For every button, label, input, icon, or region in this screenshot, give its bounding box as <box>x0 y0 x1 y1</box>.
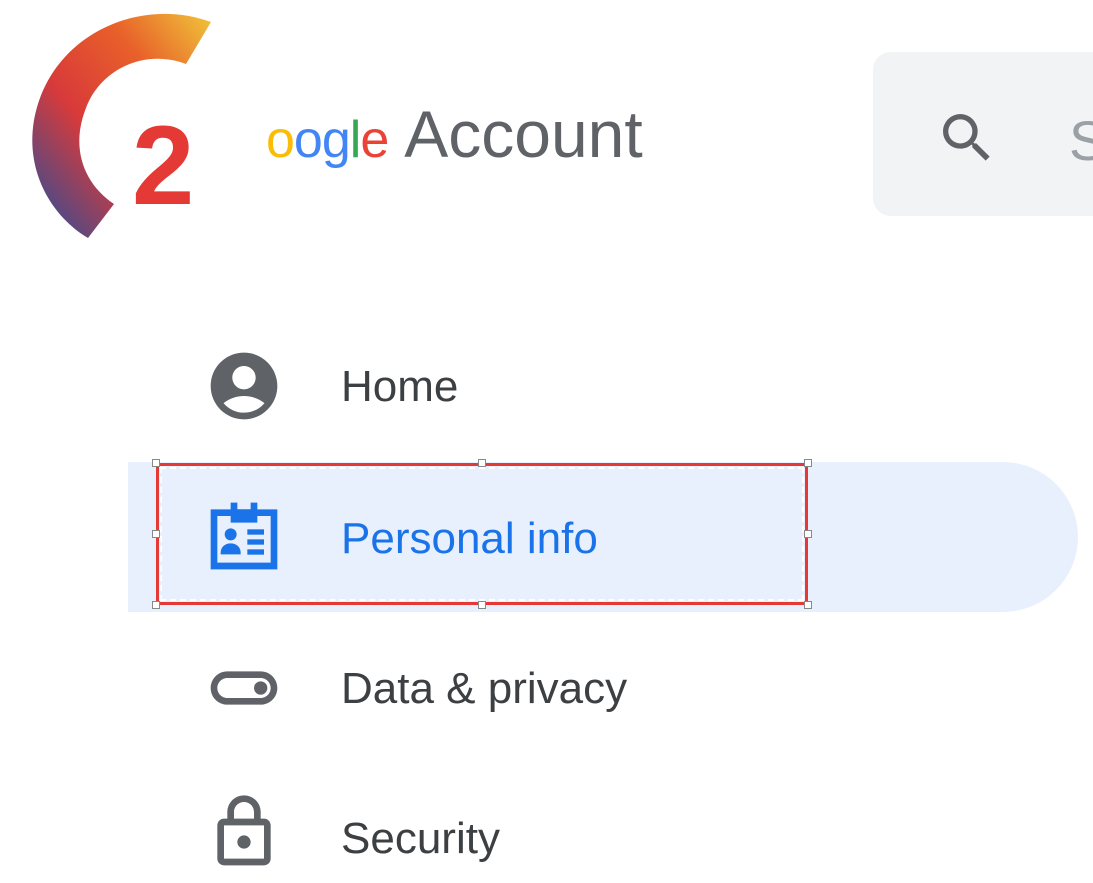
resize-handle[interactable] <box>152 601 160 609</box>
resize-handle[interactable] <box>478 601 486 609</box>
badge-number: 2 <box>132 103 194 228</box>
resize-handle[interactable] <box>152 530 160 538</box>
sidebar-item-data-privacy[interactable]: Data & privacy <box>0 612 1093 762</box>
search-input[interactable]: S <box>1069 108 1093 173</box>
page: 2 oogle Account S Home Personal info Dat… <box>0 0 1093 883</box>
search-box[interactable]: S <box>873 52 1093 216</box>
sidebar-item-label: Security <box>341 814 500 863</box>
resize-handle[interactable] <box>804 601 812 609</box>
selection-highlight <box>156 463 808 605</box>
resize-handle[interactable] <box>804 459 812 467</box>
sidebar-item-label: Data & privacy <box>341 664 628 713</box>
lock-icon <box>217 795 271 866</box>
product-name: Account <box>404 97 643 171</box>
resize-handle[interactable] <box>478 459 486 467</box>
sidebar-item-home[interactable]: Home <box>0 310 1093 460</box>
sidebar-item-label: Home <box>341 362 459 411</box>
resize-handle[interactable] <box>152 459 160 467</box>
account-circle-icon <box>210 352 278 420</box>
resize-handle[interactable] <box>804 530 812 538</box>
search-icon[interactable] <box>935 106 999 170</box>
sidebar-item-security[interactable]: Security <box>0 762 1093 883</box>
badge-logo: 2 <box>32 13 211 239</box>
toggle-icon <box>210 671 278 705</box>
brand-wordmark: oogle <box>266 111 389 169</box>
google-account-logo[interactable]: oogle Account <box>266 96 643 176</box>
